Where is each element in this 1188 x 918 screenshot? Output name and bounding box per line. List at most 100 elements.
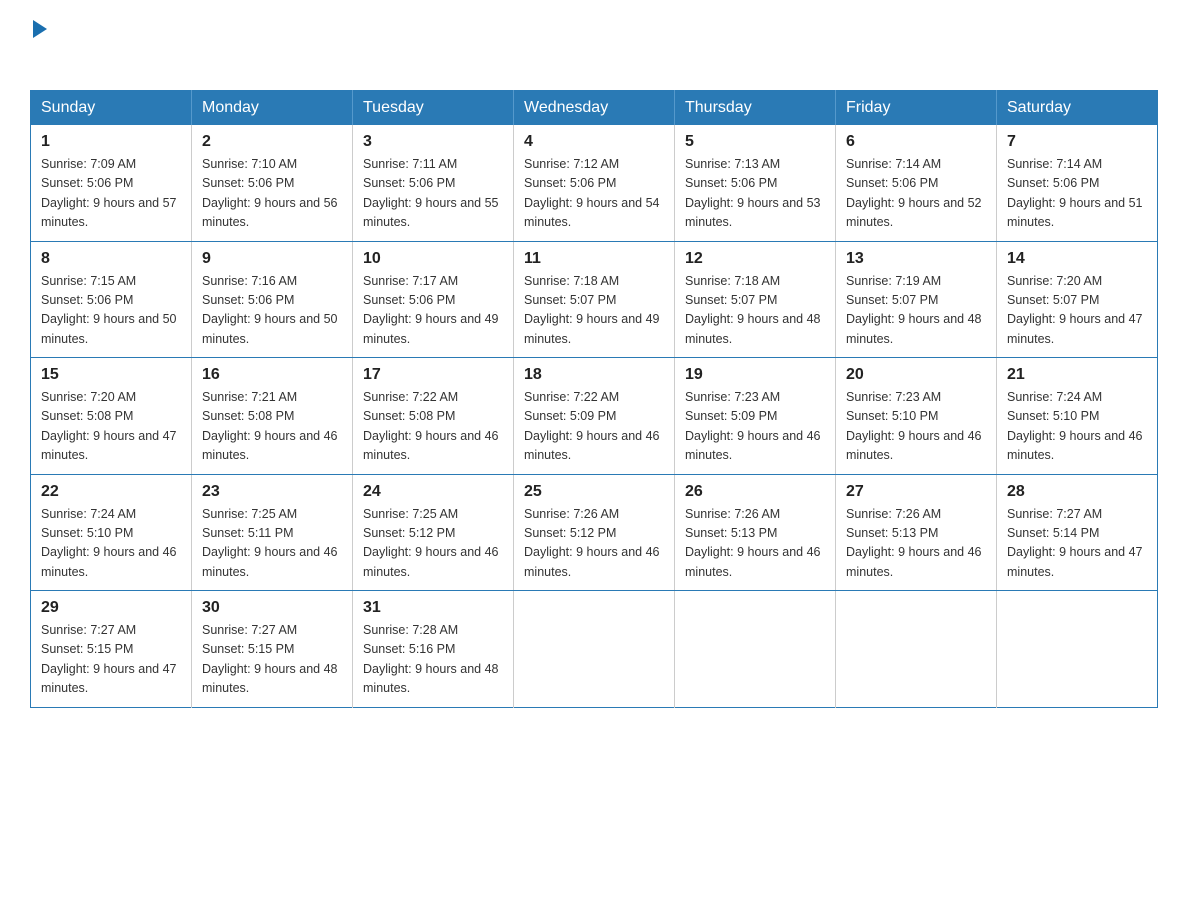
calendar-cell: 2 Sunrise: 7:10 AM Sunset: 5:06 PM Dayli… (192, 125, 353, 241)
day-number: 26 (685, 483, 825, 501)
day-number: 11 (524, 250, 664, 268)
calendar-cell: 16 Sunrise: 7:21 AM Sunset: 5:08 PM Dayl… (192, 358, 353, 475)
calendar-cell: 19 Sunrise: 7:23 AM Sunset: 5:09 PM Dayl… (675, 358, 836, 475)
column-header-thursday: Thursday (675, 91, 836, 126)
calendar-cell: 4 Sunrise: 7:12 AM Sunset: 5:06 PM Dayli… (514, 125, 675, 241)
day-info: Sunrise: 7:26 AM Sunset: 5:12 PM Dayligh… (524, 505, 664, 583)
logo-arrow-icon (33, 20, 47, 38)
calendar-week-row: 22 Sunrise: 7:24 AM Sunset: 5:10 PM Dayl… (31, 474, 1158, 591)
day-number: 1 (41, 133, 181, 151)
column-header-sunday: Sunday (31, 91, 192, 126)
day-info: Sunrise: 7:19 AM Sunset: 5:07 PM Dayligh… (846, 272, 986, 350)
column-header-wednesday: Wednesday (514, 91, 675, 126)
day-info: Sunrise: 7:16 AM Sunset: 5:06 PM Dayligh… (202, 272, 342, 350)
day-info: Sunrise: 7:24 AM Sunset: 5:10 PM Dayligh… (41, 505, 181, 583)
day-number: 16 (202, 366, 342, 384)
calendar-cell: 5 Sunrise: 7:13 AM Sunset: 5:06 PM Dayli… (675, 125, 836, 241)
calendar-cell: 15 Sunrise: 7:20 AM Sunset: 5:08 PM Dayl… (31, 358, 192, 475)
day-info: Sunrise: 7:12 AM Sunset: 5:06 PM Dayligh… (524, 155, 664, 233)
day-info: Sunrise: 7:23 AM Sunset: 5:10 PM Dayligh… (846, 388, 986, 466)
day-info: Sunrise: 7:25 AM Sunset: 5:12 PM Dayligh… (363, 505, 503, 583)
day-number: 30 (202, 599, 342, 617)
day-number: 29 (41, 599, 181, 617)
calendar-cell: 25 Sunrise: 7:26 AM Sunset: 5:12 PM Dayl… (514, 474, 675, 591)
calendar-cell: 17 Sunrise: 7:22 AM Sunset: 5:08 PM Dayl… (353, 358, 514, 475)
calendar-cell: 7 Sunrise: 7:14 AM Sunset: 5:06 PM Dayli… (997, 125, 1158, 241)
day-number: 20 (846, 366, 986, 384)
day-info: Sunrise: 7:27 AM Sunset: 5:15 PM Dayligh… (202, 621, 342, 699)
day-number: 8 (41, 250, 181, 268)
day-info: Sunrise: 7:15 AM Sunset: 5:06 PM Dayligh… (41, 272, 181, 350)
calendar-cell: 9 Sunrise: 7:16 AM Sunset: 5:06 PM Dayli… (192, 241, 353, 358)
column-header-monday: Monday (192, 91, 353, 126)
calendar-cell: 24 Sunrise: 7:25 AM Sunset: 5:12 PM Dayl… (353, 474, 514, 591)
day-number: 25 (524, 483, 664, 501)
day-number: 27 (846, 483, 986, 501)
day-number: 24 (363, 483, 503, 501)
calendar-week-row: 8 Sunrise: 7:15 AM Sunset: 5:06 PM Dayli… (31, 241, 1158, 358)
calendar-week-row: 1 Sunrise: 7:09 AM Sunset: 5:06 PM Dayli… (31, 125, 1158, 241)
day-number: 23 (202, 483, 342, 501)
calendar-cell: 8 Sunrise: 7:15 AM Sunset: 5:06 PM Dayli… (31, 241, 192, 358)
day-number: 28 (1007, 483, 1147, 501)
day-number: 15 (41, 366, 181, 384)
logo-text (30, 20, 47, 38)
day-info: Sunrise: 7:14 AM Sunset: 5:06 PM Dayligh… (1007, 155, 1147, 233)
calendar-week-row: 29 Sunrise: 7:27 AM Sunset: 5:15 PM Dayl… (31, 591, 1158, 708)
day-number: 5 (685, 133, 825, 151)
column-header-tuesday: Tuesday (353, 91, 514, 126)
day-info: Sunrise: 7:13 AM Sunset: 5:06 PM Dayligh… (685, 155, 825, 233)
day-number: 19 (685, 366, 825, 384)
calendar-cell: 29 Sunrise: 7:27 AM Sunset: 5:15 PM Dayl… (31, 591, 192, 708)
day-number: 2 (202, 133, 342, 151)
calendar-cell: 3 Sunrise: 7:11 AM Sunset: 5:06 PM Dayli… (353, 125, 514, 241)
day-info: Sunrise: 7:24 AM Sunset: 5:10 PM Dayligh… (1007, 388, 1147, 466)
calendar-cell: 31 Sunrise: 7:28 AM Sunset: 5:16 PM Dayl… (353, 591, 514, 708)
day-info: Sunrise: 7:26 AM Sunset: 5:13 PM Dayligh… (685, 505, 825, 583)
day-number: 18 (524, 366, 664, 384)
calendar-cell: 11 Sunrise: 7:18 AM Sunset: 5:07 PM Dayl… (514, 241, 675, 358)
calendar-cell: 12 Sunrise: 7:18 AM Sunset: 5:07 PM Dayl… (675, 241, 836, 358)
calendar-cell (997, 591, 1158, 708)
day-info: Sunrise: 7:21 AM Sunset: 5:08 PM Dayligh… (202, 388, 342, 466)
day-info: Sunrise: 7:10 AM Sunset: 5:06 PM Dayligh… (202, 155, 342, 233)
day-info: Sunrise: 7:22 AM Sunset: 5:08 PM Dayligh… (363, 388, 503, 466)
day-number: 3 (363, 133, 503, 151)
day-number: 12 (685, 250, 825, 268)
calendar-cell: 10 Sunrise: 7:17 AM Sunset: 5:06 PM Dayl… (353, 241, 514, 358)
day-info: Sunrise: 7:25 AM Sunset: 5:11 PM Dayligh… (202, 505, 342, 583)
calendar-header-row: SundayMondayTuesdayWednesdayThursdayFrid… (31, 91, 1158, 126)
day-number: 13 (846, 250, 986, 268)
column-header-friday: Friday (836, 91, 997, 126)
day-info: Sunrise: 7:20 AM Sunset: 5:08 PM Dayligh… (41, 388, 181, 466)
day-number: 6 (846, 133, 986, 151)
day-info: Sunrise: 7:22 AM Sunset: 5:09 PM Dayligh… (524, 388, 664, 466)
calendar-cell: 28 Sunrise: 7:27 AM Sunset: 5:14 PM Dayl… (997, 474, 1158, 591)
day-info: Sunrise: 7:09 AM Sunset: 5:06 PM Dayligh… (41, 155, 181, 233)
day-number: 21 (1007, 366, 1147, 384)
day-info: Sunrise: 7:20 AM Sunset: 5:07 PM Dayligh… (1007, 272, 1147, 350)
calendar-cell: 20 Sunrise: 7:23 AM Sunset: 5:10 PM Dayl… (836, 358, 997, 475)
calendar-week-row: 15 Sunrise: 7:20 AM Sunset: 5:08 PM Dayl… (31, 358, 1158, 475)
day-number: 17 (363, 366, 503, 384)
calendar-cell: 21 Sunrise: 7:24 AM Sunset: 5:10 PM Dayl… (997, 358, 1158, 475)
calendar-cell: 18 Sunrise: 7:22 AM Sunset: 5:09 PM Dayl… (514, 358, 675, 475)
calendar-cell: 23 Sunrise: 7:25 AM Sunset: 5:11 PM Dayl… (192, 474, 353, 591)
page-header (30, 20, 1158, 70)
day-number: 31 (363, 599, 503, 617)
day-number: 14 (1007, 250, 1147, 268)
day-info: Sunrise: 7:28 AM Sunset: 5:16 PM Dayligh… (363, 621, 503, 699)
day-info: Sunrise: 7:14 AM Sunset: 5:06 PM Dayligh… (846, 155, 986, 233)
calendar-cell (836, 591, 997, 708)
day-number: 4 (524, 133, 664, 151)
calendar-cell: 6 Sunrise: 7:14 AM Sunset: 5:06 PM Dayli… (836, 125, 997, 241)
day-info: Sunrise: 7:17 AM Sunset: 5:06 PM Dayligh… (363, 272, 503, 350)
day-number: 22 (41, 483, 181, 501)
day-number: 7 (1007, 133, 1147, 151)
logo (30, 20, 47, 70)
day-number: 9 (202, 250, 342, 268)
day-info: Sunrise: 7:27 AM Sunset: 5:15 PM Dayligh… (41, 621, 181, 699)
calendar-cell: 1 Sunrise: 7:09 AM Sunset: 5:06 PM Dayli… (31, 125, 192, 241)
day-info: Sunrise: 7:18 AM Sunset: 5:07 PM Dayligh… (524, 272, 664, 350)
calendar-table: SundayMondayTuesdayWednesdayThursdayFrid… (30, 90, 1158, 708)
